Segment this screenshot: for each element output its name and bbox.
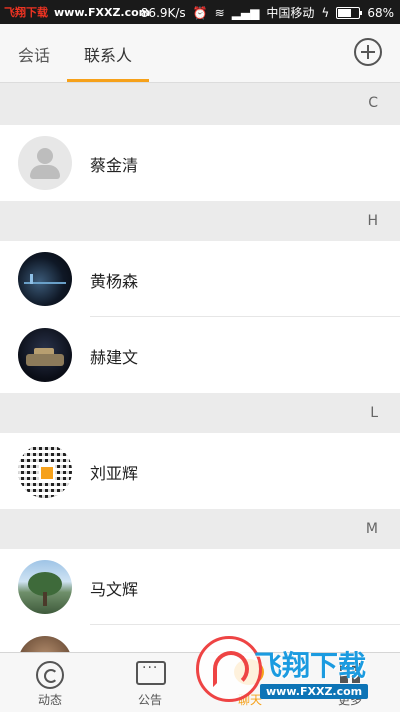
nav-activity[interactable]: 动态 xyxy=(0,653,100,712)
status-bar: 飞翔下载 www.FXXZ.com 86.9K/s ⏰ ≋ ▂▄▆ 中国移动 ϟ … xyxy=(0,0,400,24)
activity-icon xyxy=(36,661,64,689)
charging-icon: ϟ xyxy=(321,5,330,20)
top-tab-bar: 会话 联系人 xyxy=(0,24,400,83)
avatar xyxy=(18,328,72,382)
active-tab-indicator xyxy=(67,79,149,82)
contact-row[interactable]: 蔡金清 xyxy=(0,125,400,201)
announcement-icon xyxy=(136,660,166,685)
section-letter: L xyxy=(370,405,378,421)
watermark-cn: 飞翔下载 xyxy=(4,6,48,19)
section-header-h: H xyxy=(0,201,400,243)
nav-label: 动态 xyxy=(37,693,62,707)
signal-icon: ▂▄▆ xyxy=(231,5,260,20)
watermark-url: www.FXXZ.com xyxy=(260,684,369,699)
section-header-l: L xyxy=(0,393,400,435)
nav-label: 公告 xyxy=(137,693,162,707)
watermark-url: www.FXXZ.com xyxy=(54,6,151,19)
section-letter: M xyxy=(365,521,378,537)
contact-name: 蔡金清 xyxy=(90,156,139,175)
tab-contacts[interactable]: 联系人 xyxy=(84,42,132,66)
contact-name: 刘亚辉 xyxy=(90,464,139,483)
alarm-icon: ⏰ xyxy=(192,5,208,20)
watermark-brand: 飞翔下载 xyxy=(254,649,367,682)
avatar xyxy=(18,560,72,614)
default-avatar-icon xyxy=(18,136,72,190)
section-header-m: M xyxy=(0,509,400,551)
contact-row[interactable]: 马文辉 xyxy=(0,549,400,625)
add-icon[interactable] xyxy=(354,38,382,66)
section-header-c: C xyxy=(0,83,400,125)
status-watermark: 飞翔下载 www.FXXZ.com xyxy=(4,4,150,20)
contact-name: 黄杨森 xyxy=(90,272,139,291)
battery-percent: 68% xyxy=(367,5,394,20)
contact-row[interactable]: 黄杨森 xyxy=(0,241,400,317)
net-speed: 86.9K/s xyxy=(140,5,186,20)
tab-conversations[interactable]: 会话 xyxy=(18,42,50,66)
wifi-icon: ≋ xyxy=(214,5,225,20)
carrier-name: 中国移动 xyxy=(266,6,315,20)
battery-icon xyxy=(336,6,363,19)
nav-announcement[interactable]: 公告 xyxy=(100,653,200,712)
contact-row[interactable]: 赫建文 xyxy=(0,317,400,393)
avatar xyxy=(18,252,72,306)
contact-name: 马文辉 xyxy=(90,580,139,599)
contact-name: 赫建文 xyxy=(90,348,139,367)
contact-row[interactable]: 刘亚辉 xyxy=(0,433,400,509)
section-letter: C xyxy=(368,95,378,111)
section-letter: H xyxy=(367,213,378,229)
avatar xyxy=(18,444,72,498)
status-right: 86.9K/s ⏰ ≋ ▂▄▆ 中国移动 ϟ 68% xyxy=(141,4,394,21)
watermark-logo-icon xyxy=(196,636,262,702)
